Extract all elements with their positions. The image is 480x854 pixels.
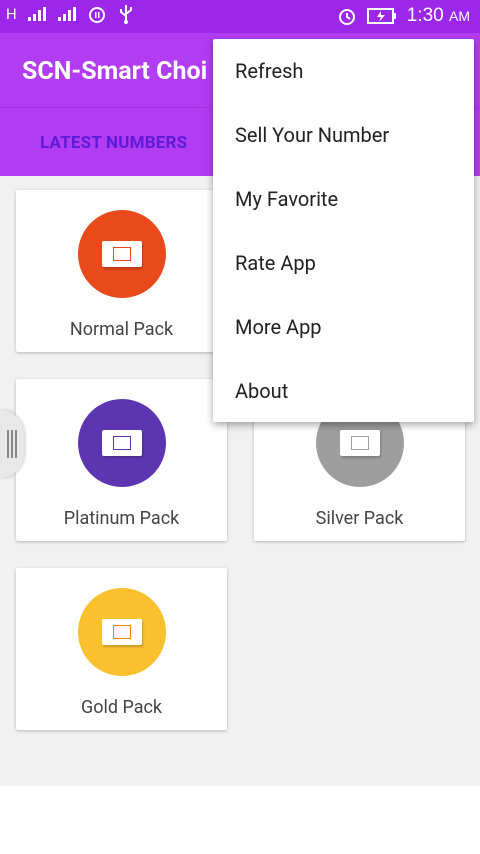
signal-icon (27, 7, 46, 21)
tab-latest-numbers[interactable]: LATEST NUMBERS (40, 133, 187, 153)
overflow-menu: Refresh Sell Your Number My Favorite Rat… (213, 39, 474, 422)
signal-icon (57, 7, 76, 21)
card-platinum-pack[interactable]: Platinum Pack (16, 379, 227, 541)
sim-card-icon (340, 430, 380, 456)
sim-card-circle (78, 588, 166, 676)
status-left-icons: H (6, 4, 135, 24)
status-bar: H 1:30 AM (0, 0, 480, 33)
card-label: Platinum Pack (63, 508, 180, 529)
card-gold-pack[interactable]: Gold Pack (16, 568, 227, 730)
card-label: Gold Pack (80, 697, 163, 718)
card-label: Silver Pack (315, 508, 404, 529)
card-normal-pack[interactable]: Normal Pack (16, 190, 227, 352)
network-h-icon: H (6, 5, 17, 23)
alarm-icon (338, 9, 355, 25)
alarm-icon (88, 7, 105, 23)
battery-charging-icon (366, 8, 396, 24)
menu-item-about[interactable]: About (235, 379, 288, 403)
sim-card-circle (78, 399, 166, 487)
clock-ampm: AM (449, 8, 470, 24)
menu-item-refresh[interactable]: Refresh (235, 59, 303, 83)
sim-card-icon (102, 241, 142, 267)
clock: 1:30 AM (407, 5, 470, 27)
sim-card-icon (102, 430, 142, 456)
status-right-icons: 1:30 AM (337, 5, 470, 27)
sim-card-icon (102, 619, 142, 645)
sim-card-circle (78, 210, 166, 298)
menu-item-sell-your-number[interactable]: Sell Your Number (235, 123, 389, 147)
menu-item-rate-app[interactable]: Rate App (235, 251, 316, 275)
menu-item-more-app[interactable]: More App (235, 315, 322, 339)
app-title: SCN-Smart Choi (22, 57, 208, 86)
clock-time: 1:30 (406, 5, 444, 26)
card-label: Normal Pack (69, 319, 174, 340)
usb-icon (119, 5, 132, 24)
menu-item-my-favorite[interactable]: My Favorite (235, 187, 338, 211)
